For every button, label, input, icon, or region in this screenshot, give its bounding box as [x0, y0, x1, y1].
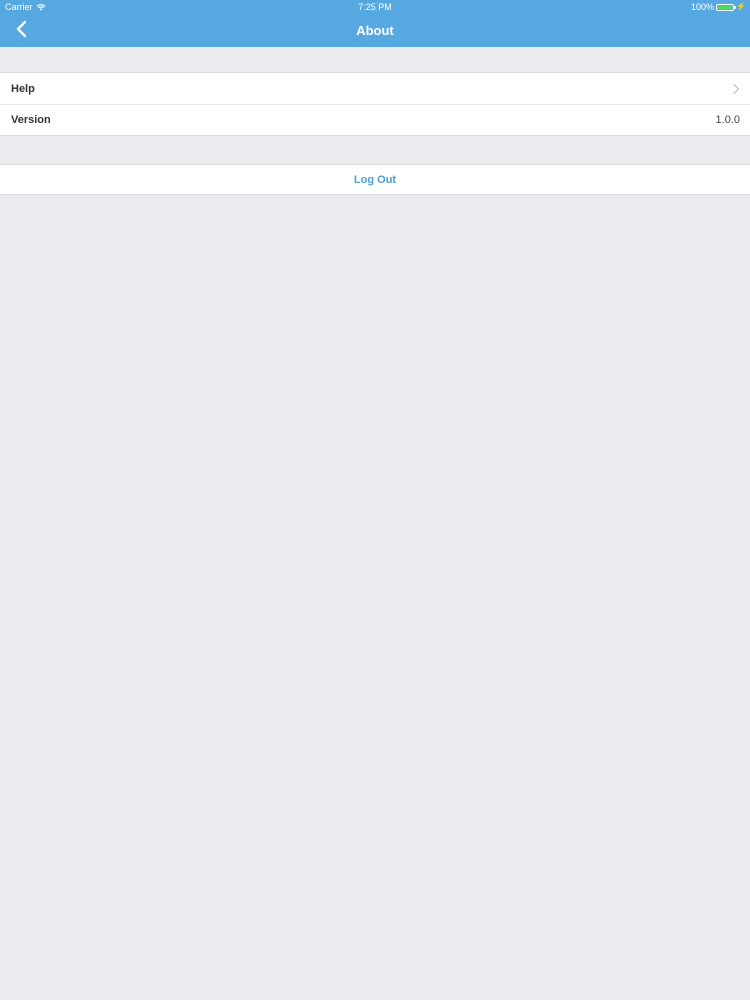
about-settings-group: Help Version 1.0.0 [0, 72, 750, 136]
help-label: Help [11, 82, 35, 95]
help-row[interactable]: Help [0, 73, 750, 104]
page-title: About [356, 23, 394, 38]
charging-icon: ⚡ [736, 2, 746, 11]
chevron-right-icon [732, 83, 740, 95]
version-label: Version [11, 114, 51, 126]
status-bar: Carrier 7:25 PM 100% ⚡ [0, 0, 750, 14]
status-time: 7:25 PM [358, 2, 392, 12]
version-value: 1.0.0 [715, 114, 740, 126]
battery-percent: 100% [691, 2, 715, 12]
battery-level [718, 5, 733, 9]
log-out-button[interactable]: Log Out [0, 165, 750, 194]
navigation-bar: Carrier 7:25 PM 100% ⚡ About [0, 0, 750, 47]
logout-group: Log Out [0, 164, 750, 195]
version-row: Version 1.0.0 [0, 104, 750, 135]
battery-icon [716, 3, 737, 11]
battery-indicator: 100% ⚡ [691, 2, 746, 12]
